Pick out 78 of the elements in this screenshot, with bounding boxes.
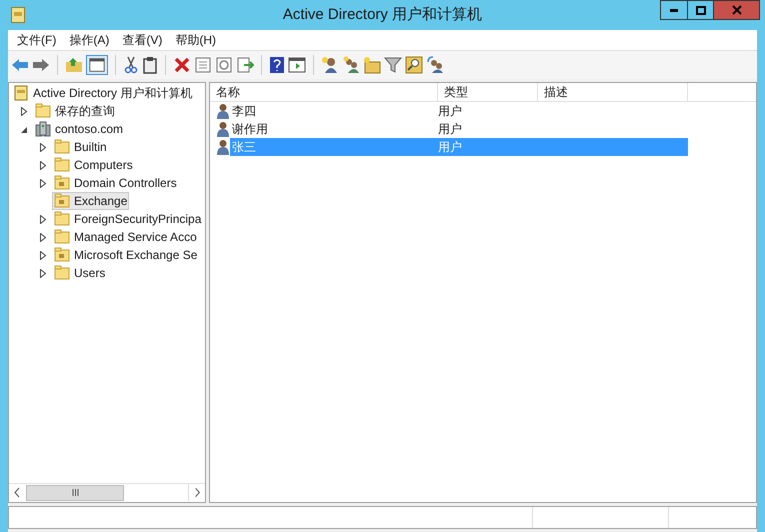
name-cell-text: 谢作用 bbox=[231, 121, 269, 138]
find-icon[interactable] bbox=[405, 56, 423, 74]
menu-item[interactable]: 查看(V) bbox=[117, 31, 168, 49]
folder-icon bbox=[54, 247, 70, 263]
help-icon[interactable] bbox=[269, 56, 285, 74]
refresh-icon[interactable] bbox=[215, 56, 233, 74]
expand-icon[interactable] bbox=[39, 214, 47, 224]
panel-icon[interactable] bbox=[86, 55, 108, 75]
close-button[interactable] bbox=[714, 0, 760, 20]
folder-icon bbox=[54, 265, 70, 281]
collapse-icon[interactable] bbox=[20, 124, 28, 134]
tree-item[interactable]: Microsoft Exchange Se bbox=[52, 246, 200, 264]
new-group-icon[interactable] bbox=[342, 56, 360, 74]
expand-icon[interactable] bbox=[39, 268, 47, 278]
tree-item[interactable]: Active Directory 用户和计算机 bbox=[11, 84, 194, 102]
expand-icon[interactable] bbox=[20, 106, 28, 116]
list-row[interactable]: 李四 用户 bbox=[230, 102, 688, 120]
user-icon bbox=[216, 103, 230, 119]
maximize-button[interactable] bbox=[688, 0, 714, 20]
expand-icon[interactable] bbox=[39, 160, 47, 170]
tree-item[interactable]: Domain Controllers bbox=[52, 174, 179, 192]
clipboard-icon[interactable] bbox=[142, 56, 158, 74]
tree-item[interactable]: 保存的查询 bbox=[33, 102, 117, 120]
type-cell-text: 用户 bbox=[438, 103, 462, 120]
filter-icon[interactable] bbox=[384, 56, 402, 74]
play-panel-icon[interactable] bbox=[288, 56, 306, 74]
tree-item[interactable]: Users bbox=[52, 264, 108, 282]
back-arrow-icon[interactable] bbox=[11, 57, 29, 73]
folder-icon bbox=[54, 139, 70, 155]
minimize-button[interactable] bbox=[660, 0, 688, 20]
close-icon bbox=[732, 5, 742, 15]
server-icon bbox=[35, 121, 51, 137]
type-cell-text: 用户 bbox=[438, 121, 462, 138]
user-icon bbox=[216, 121, 230, 137]
window-title: Active Directory 用户和计算机 bbox=[282, 4, 482, 25]
grip-icon bbox=[72, 489, 78, 496]
menu-item[interactable]: 操作(A) bbox=[64, 31, 114, 49]
properties-icon[interactable] bbox=[194, 56, 212, 74]
column-header[interactable]: 名称 bbox=[210, 83, 438, 101]
menu-item[interactable]: 文件(F) bbox=[12, 31, 62, 49]
tree-item[interactable]: Exchange bbox=[52, 192, 130, 210]
tree-item[interactable]: Builtin bbox=[52, 138, 109, 156]
tree-item[interactable]: Computers bbox=[52, 156, 135, 174]
expand-icon[interactable] bbox=[39, 178, 47, 188]
tree-item[interactable]: Managed Service Acco bbox=[52, 228, 199, 246]
expand-icon[interactable] bbox=[39, 142, 47, 152]
folder-icon bbox=[54, 229, 70, 245]
tree-item[interactable]: contoso.com bbox=[33, 120, 126, 138]
list-row[interactable]: 谢作用 用户 bbox=[230, 120, 688, 138]
directory-icon bbox=[13, 85, 29, 101]
type-cell-text: 用户 bbox=[438, 139, 462, 156]
tree-item[interactable]: ForeignSecurityPrincipa bbox=[52, 210, 204, 228]
add-to-group-icon[interactable] bbox=[426, 56, 444, 74]
delete-icon[interactable] bbox=[173, 56, 191, 74]
column-header[interactable]: 描述 bbox=[538, 83, 688, 101]
scroll-thumb[interactable] bbox=[26, 484, 124, 500]
expand-icon[interactable] bbox=[39, 232, 47, 242]
folder-up-icon[interactable] bbox=[65, 57, 83, 73]
folder-icon bbox=[54, 157, 70, 173]
expand-icon[interactable] bbox=[39, 250, 47, 260]
app-icon bbox=[11, 7, 25, 23]
folder-icon bbox=[54, 193, 70, 209]
folder-icon bbox=[54, 175, 70, 191]
user-icon bbox=[216, 139, 230, 155]
name-cell-text: 李四 bbox=[231, 103, 257, 120]
folder-icon bbox=[35, 103, 51, 119]
scissors-icon[interactable] bbox=[123, 56, 139, 74]
forward-arrow-icon[interactable] bbox=[32, 57, 50, 73]
horizontal-scrollbar[interactable] bbox=[9, 483, 205, 501]
folder-icon bbox=[54, 211, 70, 227]
new-user-icon[interactable] bbox=[321, 56, 339, 74]
new-ou-icon[interactable] bbox=[363, 56, 381, 74]
name-cell-text: 张三 bbox=[231, 139, 257, 156]
menu-item[interactable]: 帮助(H) bbox=[170, 31, 221, 49]
column-header[interactable]: 类型 bbox=[438, 83, 538, 101]
maximize-icon bbox=[696, 6, 706, 14]
export-icon[interactable] bbox=[236, 56, 254, 74]
minimize-icon bbox=[670, 8, 678, 12]
